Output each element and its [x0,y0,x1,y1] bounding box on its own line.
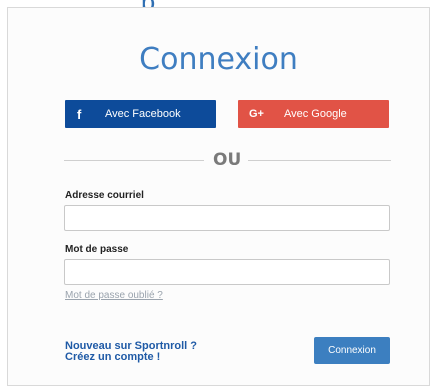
facebook-login-button[interactable]: f Avec Facebook [65,100,216,128]
facebook-icon: f [77,107,82,122]
signup-line-2: Créez un compte ! [65,351,161,363]
page-title: Connexion [139,42,298,77]
google-button-label: Avec Google [284,108,347,120]
divider-line-right [248,160,391,161]
login-card: Connexion f Avec Facebook G+ Avec Google… [7,7,430,386]
google-plus-icon: G+ [249,108,264,120]
forgot-password-link[interactable]: Mot de passe oublié ? [65,290,163,301]
password-field[interactable] [64,259,390,285]
divider-text: OU [213,150,242,170]
divider-line-left [64,160,204,161]
email-label: Adresse courriel [65,190,144,201]
password-label: Mot de passe [65,244,129,255]
signup-link[interactable]: Nouveau sur Sportnroll ? Créez un compte… [65,341,197,363]
login-submit-button[interactable]: Connexion [314,337,390,364]
google-login-button[interactable]: G+ Avec Google [238,100,389,128]
email-field[interactable] [64,205,390,231]
login-page: p Connexion f Avec Facebook G+ Avec Goog… [0,0,439,392]
facebook-button-label: Avec Facebook [105,108,181,120]
